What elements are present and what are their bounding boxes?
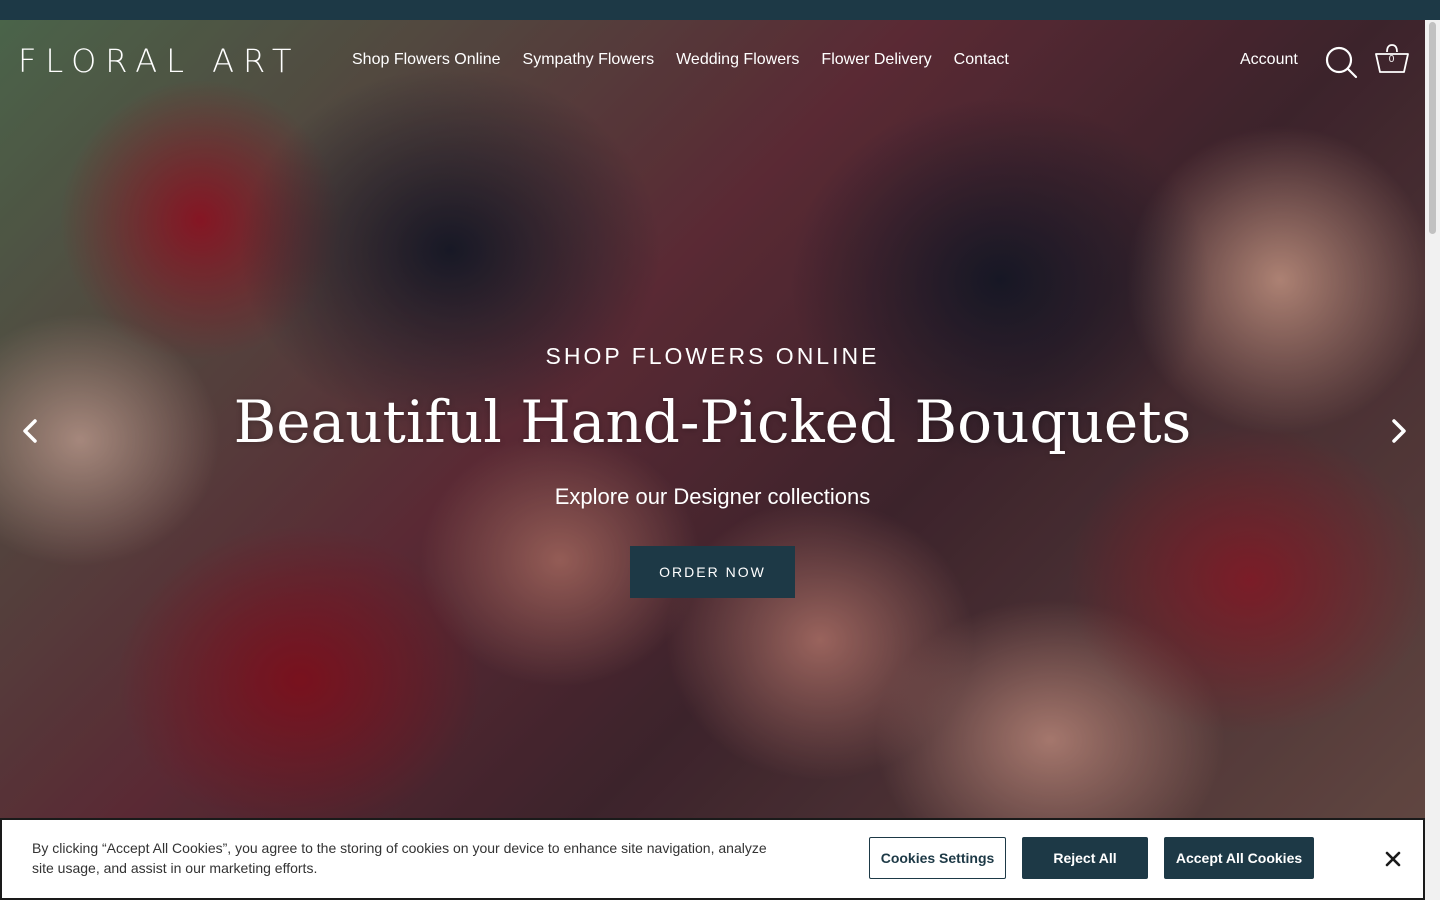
accept-all-cookies-button[interactable]: Accept All Cookies: [1164, 837, 1314, 879]
hero-banner: [0, 20, 1425, 900]
hero-title: Beautiful Hand-Picked Bouquets: [233, 388, 1192, 456]
search-icon[interactable]: [1324, 45, 1358, 79]
cookies-settings-button[interactable]: Cookies Settings: [869, 837, 1006, 879]
hero-overlay: [0, 20, 1425, 900]
nav-sympathy-flowers[interactable]: Sympathy Flowers: [523, 51, 655, 69]
main-nav: Shop Flowers Online Sympathy Flowers Wed…: [352, 51, 1009, 69]
nav-contact[interactable]: Contact: [954, 51, 1009, 69]
cookie-banner: By clicking “Accept All Cookies”, you ag…: [0, 818, 1425, 900]
order-now-button[interactable]: ORDER NOW: [630, 546, 795, 598]
top-bar: [0, 0, 1440, 20]
cart-count-badge: 0: [1388, 54, 1395, 65]
chevron-right-icon[interactable]: [1383, 416, 1413, 446]
nav-shop-flowers-online[interactable]: Shop Flowers Online: [352, 51, 501, 69]
account-link[interactable]: Account: [1240, 51, 1298, 69]
close-icon[interactable]: [1382, 848, 1404, 870]
chevron-left-icon[interactable]: [16, 416, 46, 446]
site-logo[interactable]: FLORAL ART: [18, 42, 300, 80]
hero-subtitle: Explore our Designer collections: [554, 484, 871, 509]
hero-kicker: SHOP FLOWERS ONLINE: [545, 343, 880, 369]
site-header: FLORAL ART Shop Flowers Online Sympathy …: [0, 20, 1425, 102]
nav-flower-delivery[interactable]: Flower Delivery: [821, 51, 931, 69]
cookie-consent-text: By clicking “Accept All Cookies”, you ag…: [32, 840, 767, 876]
nav-wedding-flowers[interactable]: Wedding Flowers: [676, 51, 799, 69]
reject-all-button[interactable]: Reject All: [1022, 837, 1148, 879]
scrollbar-thumb[interactable]: [1429, 22, 1436, 234]
cart-icon[interactable]: 0: [1373, 42, 1413, 78]
